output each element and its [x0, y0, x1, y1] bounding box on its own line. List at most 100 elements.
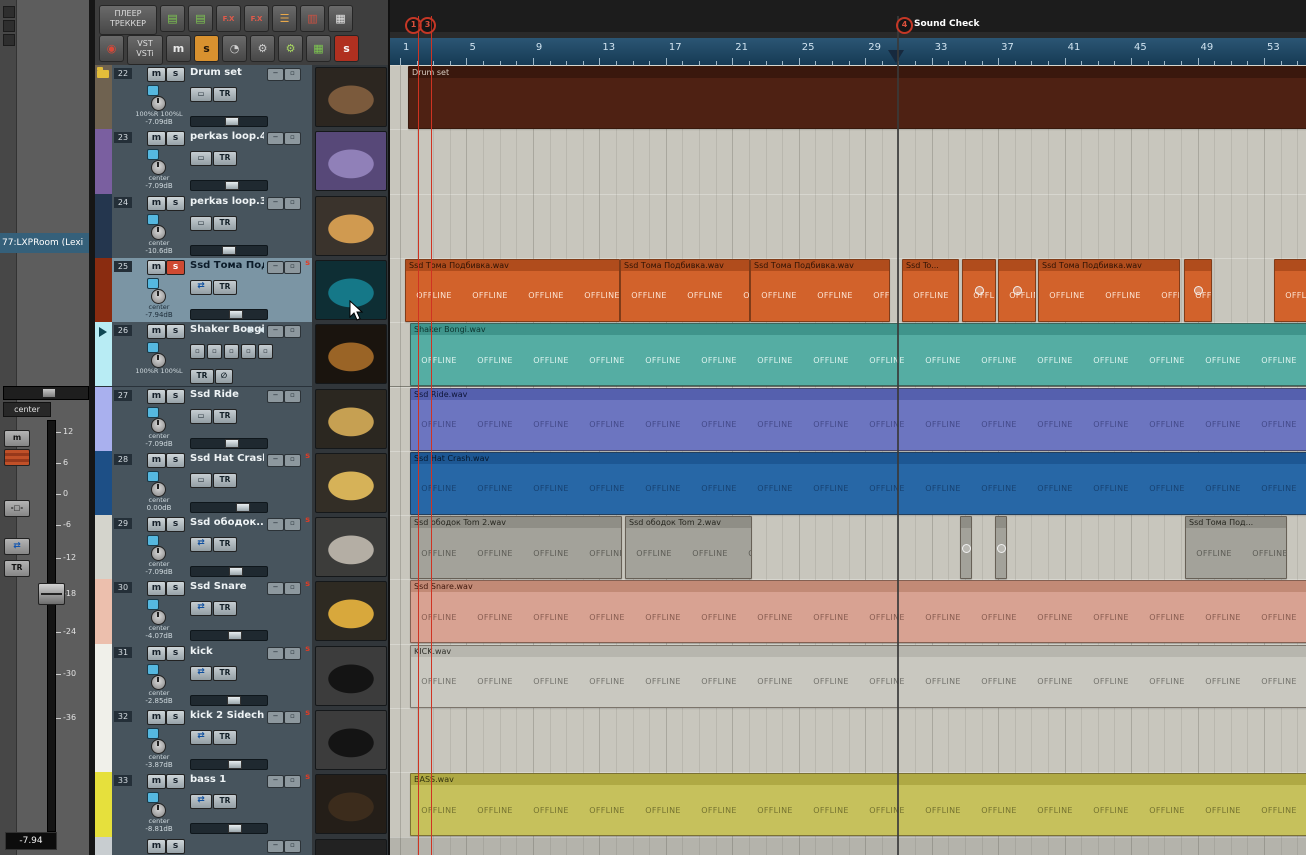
slider-handle[interactable] — [228, 824, 242, 834]
track-option-button[interactable]: − — [267, 839, 284, 853]
channel-tr-button[interactable]: TR — [4, 560, 30, 577]
track-tr-button[interactable]: TR — [213, 215, 237, 231]
track-mute-button[interactable]: m — [147, 710, 166, 725]
audio-clip[interactable]: BASS.wav OFFLINE OFFLINE OFFLINE OFFLINE OFFL… — [410, 773, 1306, 837]
track-thumbnail[interactable] — [315, 838, 387, 855]
pan-knob[interactable] — [151, 739, 166, 754]
track-monitor-button[interactable]: ▭ — [190, 151, 212, 167]
grid-calc-icon[interactable]: ▦ — [328, 5, 353, 32]
audio-clip[interactable]: Ssd Тома Подбивка.wavOFFLINEOFFLINEOFFLI… — [1038, 258, 1180, 322]
track-mute-button[interactable]: m — [147, 645, 166, 661]
slider-handle[interactable] — [227, 695, 241, 705]
pan-knob[interactable] — [151, 288, 166, 304]
track-mute-button[interactable]: m — [147, 581, 166, 597]
audio-clip[interactable]: Ssd Тома Подбивка.wavOFFLINEOFFLINEOFFLI… — [750, 258, 890, 322]
record-icon[interactable]: ◉ — [99, 35, 124, 62]
slider-handle[interactable] — [229, 567, 243, 577]
timeline-ruler[interactable]: 1 5 9 13 17 21 25 29 33 37 41 45 49 53 — [390, 38, 1306, 67]
track-solo-button[interactable]: s — [166, 774, 185, 790]
track-thumbnail[interactable] — [315, 517, 387, 578]
track-tr-button[interactable]: TR — [213, 730, 237, 745]
track-volume-slider[interactable] — [190, 501, 268, 513]
track-row[interactable]: m s − ▫ 25 Ssd Тома Под s center -7.94dB ⇄ TR — [95, 257, 312, 324]
track-row[interactable]: m s − ▫ 33 bass 1 s center -8.81dB ⇄ TR — [95, 772, 312, 838]
pan-knob[interactable] — [151, 610, 166, 626]
marker-strip[interactable] — [390, 0, 1306, 38]
track-freeze-button[interactable]: ▫ — [284, 389, 301, 403]
track-solo-button[interactable]: s — [166, 645, 185, 661]
slice-handle-icon[interactable] — [962, 543, 971, 553]
track-mute-button[interactable]: m — [147, 452, 166, 468]
no-automation-button[interactable]: ∅ — [215, 369, 233, 385]
track-tr-button[interactable]: TR — [213, 87, 237, 102]
track-freeze-button[interactable]: ▫ — [284, 453, 301, 467]
track-freeze-button[interactable]: ▫ — [284, 582, 301, 596]
track-mute-button[interactable]: m — [147, 388, 166, 404]
audio-clip[interactable]: Ssd Snare.wav OFFLINE OFFLINE OFFLINE OFFLIN… — [410, 580, 1306, 644]
audio-clip[interactable]: KICK.wav OFFLINE OFFLINE OFFLINE OFFLINE OFFL… — [410, 644, 1306, 708]
pan-knob[interactable] — [151, 674, 166, 690]
track-tr-button[interactable]: TR — [213, 794, 237, 810]
slider-handle[interactable] — [228, 631, 242, 641]
track-volume-slider[interactable] — [190, 823, 268, 835]
track-freeze-button[interactable]: ▫ — [284, 711, 301, 724]
track-volume-slider[interactable] — [190, 566, 268, 578]
meter-bridge-icon[interactable]: ▥ — [300, 5, 325, 32]
gear-pair-icon[interactable]: ⚙ — [278, 35, 303, 62]
track-freeze-button[interactable]: ▫ — [284, 132, 301, 146]
browser-list-icon[interactable]: ☰ — [272, 5, 297, 32]
track-mute-button[interactable]: m — [147, 838, 166, 854]
track-monitor-button[interactable]: ⇄ — [190, 730, 212, 745]
track-solo-button[interactable]: s — [166, 195, 185, 211]
track-monitor-button[interactable]: ▭ — [190, 215, 212, 231]
track-monitor-button[interactable]: ⇄ — [190, 665, 212, 681]
track-thumbnail[interactable] — [315, 645, 387, 706]
track-volume-slider[interactable] — [190, 308, 268, 320]
slider-handle[interactable] — [236, 502, 250, 512]
mute-icon[interactable]: m — [166, 35, 191, 62]
green-grid-icon[interactable]: ▦ — [306, 35, 331, 62]
player-tracker-button[interactable]: ПЛЕЕР ТРЕККЕР — [99, 5, 157, 35]
vst-button[interactable]: VST VSTi — [127, 35, 163, 65]
audio-clip[interactable]: Ssd Ride.wav OFFLINE OFFLINE OFFLINE OFFLINE… — [410, 387, 1306, 451]
channel-edit-button[interactable]: ⇄ — [4, 538, 30, 555]
track-volume-slider[interactable] — [190, 116, 268, 127]
track-solo-button[interactable]: s — [166, 710, 185, 725]
track-small-button[interactable]: ▫ — [190, 344, 205, 360]
track-monitor-button[interactable]: ⇄ — [190, 279, 212, 295]
track-monitor-button[interactable]: ⇄ — [190, 537, 212, 553]
track-thumbnail[interactable] — [315, 67, 387, 127]
track-tr-button[interactable]: TR — [213, 408, 237, 424]
audio-clip[interactable]: OFFLINE — [998, 258, 1036, 322]
slider-handle[interactable] — [229, 309, 243, 319]
channel-monitor-button[interactable]: -□- — [4, 500, 30, 517]
track-monitor-button[interactable]: ▭ — [190, 87, 212, 102]
audio-clip[interactable]: Shaker Bongi.wav OFFLINE OFFLINE OFFLINE OFF… — [410, 323, 1306, 387]
track-row[interactable]: m s − ▫ 28 Ssd Hat Crash s center 0.00dB ▭ TR — [95, 450, 312, 517]
audio-clip[interactable]: Ssd Тома Подбивка.wavOFFLINEOFFLINEOFFLI… — [620, 258, 750, 322]
track-mute-button[interactable]: m — [147, 774, 166, 790]
track-freeze-button[interactable]: ▫ — [284, 839, 301, 853]
track-freeze-button[interactable]: ▫ — [284, 646, 301, 660]
pan-slider-handle[interactable] — [42, 388, 56, 398]
slider-handle[interactable] — [228, 760, 242, 769]
track-option-button[interactable]: − — [267, 132, 284, 146]
volume-fader-track[interactable] — [47, 420, 56, 832]
track-thumbnail[interactable] — [315, 452, 387, 513]
track-row[interactable]: m s − ▫ 27 Ssd Ride center -7.09dB ▭ TR — [95, 386, 312, 452]
track-option-button[interactable]: − — [267, 453, 284, 467]
pan-knob[interactable] — [151, 224, 166, 240]
fx-monitor-icon[interactable]: F.X — [244, 5, 269, 32]
track-freeze-button[interactable]: ▫ — [284, 68, 301, 81]
audio-clip[interactable] — [960, 516, 972, 580]
track-volume-slider[interactable] — [190, 630, 268, 642]
track-solo-button[interactable]: s — [166, 67, 185, 82]
track-row[interactable]: m s − ▫ 30 Ssd Snare s center -4.07dB ⇄ TR — [95, 579, 312, 645]
track-small-button[interactable]: ▫ — [207, 344, 222, 360]
pan-knob[interactable] — [151, 96, 166, 111]
track-option-button[interactable]: − — [267, 196, 284, 210]
track-mute-button[interactable]: m — [147, 195, 166, 211]
audio-clip[interactable]: Ssd ободок Tom 2.wavOFFLINEOFFLINEOFFLIN… — [625, 516, 752, 580]
track-volume-slider[interactable] — [190, 437, 268, 449]
track-small-button[interactable]: ▫ — [224, 344, 239, 360]
